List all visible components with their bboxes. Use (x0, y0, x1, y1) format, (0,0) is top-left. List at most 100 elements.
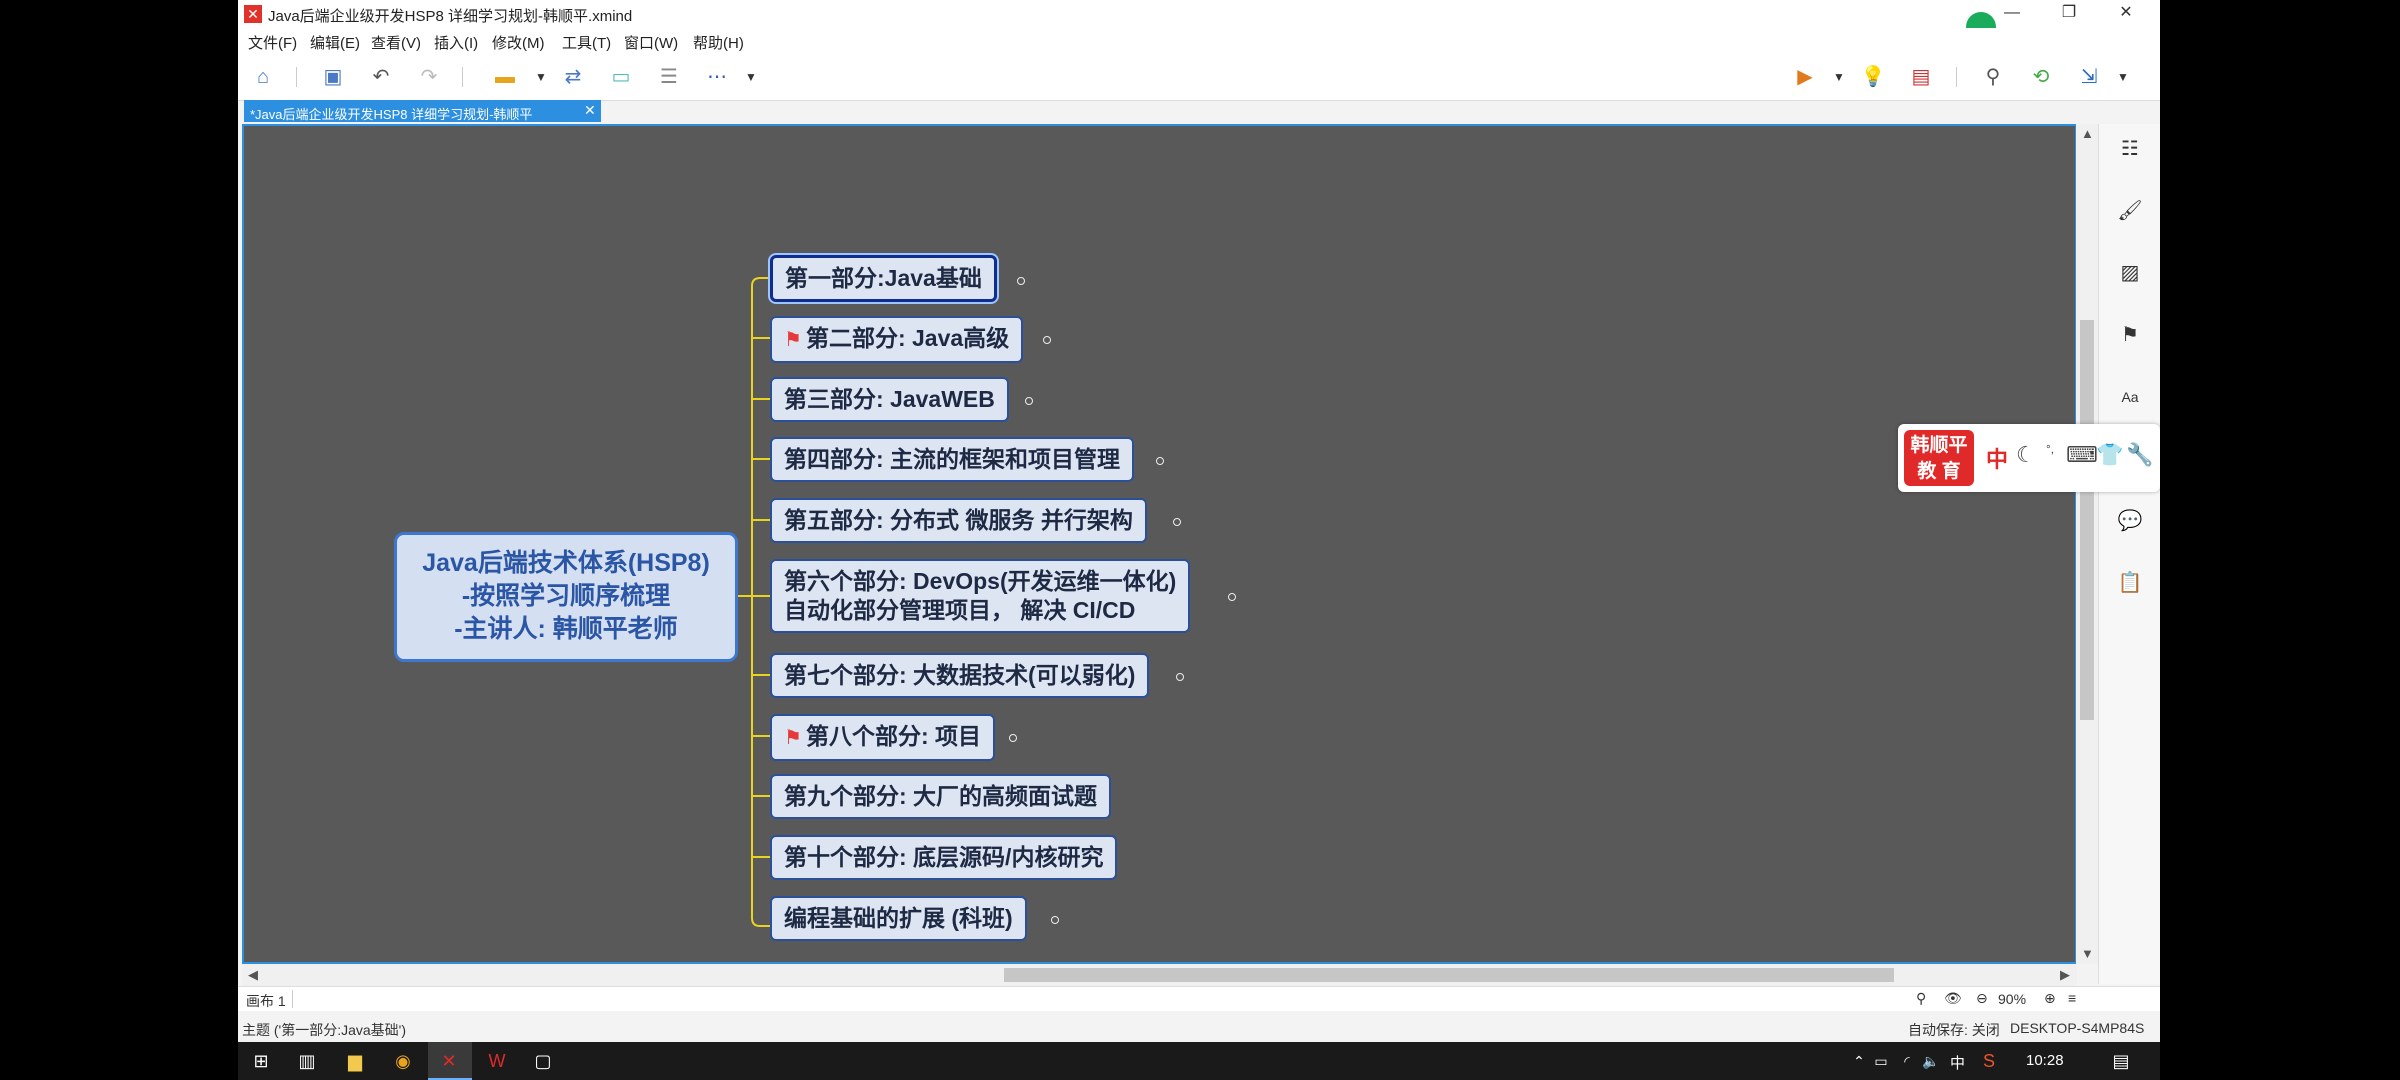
chrome-icon[interactable]: ◉ (390, 1049, 416, 1073)
relationship-icon[interactable]: ⇄ (560, 64, 586, 90)
lightbulb-icon[interactable]: 💡 (1860, 64, 1886, 90)
vertical-scrollbar[interactable]: ▲ ▼ (2076, 124, 2098, 964)
undo-icon[interactable]: ↶ (368, 64, 394, 90)
collapse-dot[interactable] (1176, 673, 1184, 681)
horizontal-scroll-thumb[interactable] (1004, 968, 1894, 982)
autosave-status[interactable]: 自动保存: 关闭 (1908, 1020, 2000, 1040)
collapse-dot[interactable] (1025, 397, 1033, 405)
topic-part-2[interactable]: ⚑ 第二部分: Java高级 (770, 316, 1024, 363)
maximize-button[interactable]: ❐ (2041, 0, 2097, 28)
collapse-dot[interactable] (1228, 593, 1236, 601)
network-icon[interactable]: ◜ (1894, 1049, 1920, 1073)
punctuation-icon[interactable]: °, (2046, 442, 2054, 456)
zoom-in-icon[interactable]: ⊕ (2044, 990, 2056, 1007)
menu-insert[interactable]: 插入(I) (434, 32, 478, 53)
horizontal-scrollbar[interactable]: ◀ ▶ (242, 964, 2077, 986)
collapse-dot[interactable] (1043, 336, 1051, 344)
redo-icon[interactable]: ↷ (416, 64, 442, 90)
menu-view[interactable]: 查看(V) (371, 32, 421, 53)
boundary-icon[interactable]: ▭ (608, 64, 634, 90)
zoom-level[interactable]: 90% (1998, 991, 2026, 1007)
topic-part-4[interactable]: 第四部分: 主流的框架和项目管理 (770, 437, 1135, 482)
share-icon[interactable]: ⟲ (2028, 64, 2054, 90)
skin-icon[interactable]: 👕 (2096, 442, 2123, 468)
central-title-line2: -按照学习顺序梳理 (461, 582, 671, 610)
scroll-down-icon[interactable]: ▼ (2081, 946, 2094, 961)
collapse-dot[interactable] (1051, 916, 1059, 924)
clipboard-icon[interactable]: 📋 (2117, 570, 2143, 596)
save-icon[interactable]: ▣ (320, 64, 346, 90)
keyboard-icon[interactable]: ⌨ (2066, 442, 2098, 468)
collapse-dot[interactable] (1017, 277, 1025, 285)
menu-tools[interactable]: 工具(T) (562, 32, 611, 53)
wrench-icon[interactable]: 🔧 (2126, 442, 2153, 468)
sogou-ime-icon[interactable]: S (1976, 1049, 2002, 1073)
gantt-icon[interactable]: ▤ (1908, 64, 1934, 90)
mindmap-canvas[interactable]: Java后端技术体系(HSP8) -按照学习顺序梳理 -主讲人: 韩顺平老师 第… (242, 124, 2077, 964)
ime-logo-line2: 教 育 (1917, 461, 1961, 482)
chevron-down-icon[interactable]: ▼ (528, 64, 554, 90)
vertical-scroll-thumb[interactable] (2080, 320, 2094, 720)
scroll-up-icon[interactable]: ▲ (2081, 126, 2094, 141)
topic-part-5[interactable]: 第五部分: 分布式 微服务 并行架构 (770, 498, 1147, 543)
zoom-out-icon[interactable]: ⊖ (1976, 990, 1988, 1007)
filter-icon[interactable]: ⚲ (1916, 990, 1926, 1007)
tab-document[interactable]: *Java后端企业级开发HSP8 详细学习规划-韩顺平 ✕ (244, 100, 601, 122)
topic-part-10[interactable]: 第十个部分: 底层源码/内核研究 (770, 835, 1118, 880)
task-view-icon[interactable]: ▥ (294, 1049, 320, 1073)
export-icon[interactable]: ⇲ (2076, 64, 2102, 90)
collapse-dot[interactable] (1009, 734, 1017, 742)
topic-part-1[interactable]: 第一部分:Java基础 (770, 255, 997, 302)
scroll-right-icon[interactable]: ▶ (2060, 967, 2070, 983)
topic-part-6[interactable]: 第六个部分: DevOps(开发运维一体化) 自动化部分管理项目， 解决 CI/… (770, 559, 1191, 633)
search-icon[interactable]: ⚲ (1980, 64, 2006, 90)
home-icon[interactable]: ⌂ (250, 64, 276, 90)
clock-time[interactable]: 10:28 (2026, 1052, 2064, 1069)
menu-edit[interactable]: 编辑(E) (310, 32, 360, 53)
marker-flag-icon[interactable]: ⚑ (2117, 322, 2143, 348)
scroll-left-icon[interactable]: ◀ (248, 967, 258, 983)
comment-icon[interactable]: 💬 (2117, 508, 2143, 534)
sheet-tab[interactable]: 画布 1 (246, 991, 286, 1011)
volume-icon[interactable]: 🔈 (1918, 1049, 1944, 1073)
topic-part-9[interactable]: 第九个部分: 大厂的高频面试题 (770, 774, 1112, 819)
close-button[interactable]: ✕ (2098, 0, 2154, 28)
topic-part-3[interactable]: 第三部分: JavaWEB (770, 377, 1009, 422)
wps-icon[interactable]: W (484, 1049, 510, 1073)
image-icon[interactable]: ▨ (2117, 260, 2143, 286)
menu-modify[interactable]: 修改(M) (492, 32, 545, 53)
ime-mode[interactable]: 中 (1986, 442, 2008, 474)
file-explorer-icon[interactable]: ▆ (342, 1049, 368, 1073)
topic-label: 第四部分: 主流的框架和项目管理 (784, 446, 1121, 472)
menu-file[interactable]: 文件(F) (248, 32, 297, 53)
topic-part-8[interactable]: ⚑ 第八个部分: 项目 (770, 714, 995, 761)
tab-close-icon[interactable]: ✕ (584, 102, 596, 119)
summary-icon[interactable]: ☰ (656, 64, 682, 90)
collapse-dot[interactable] (1156, 457, 1164, 465)
chevron-down-icon[interactable]: ▼ (738, 64, 764, 90)
xmind-taskbar-icon[interactable]: ✕ (436, 1049, 462, 1073)
presentation-icon[interactable]: ▶ (1792, 64, 1818, 90)
ime-toolbar[interactable]: 韩顺平 教 育 中 ☾ °, ⌨ 👕 🔧 (1898, 424, 2160, 492)
central-topic[interactable]: Java后端技术体系(HSP8) -按照学习顺序梳理 -主讲人: 韩顺平老师 (394, 532, 738, 662)
chevron-down-icon[interactable]: ▼ (1826, 64, 1852, 90)
menu-window[interactable]: 窗口(W) (624, 32, 678, 53)
topic-label: 第一部分:Java基础 (785, 265, 982, 291)
topic-extension[interactable]: 编程基础的扩展 (科班) (770, 896, 1027, 941)
notification-icon[interactable]: ▤ (2108, 1049, 2134, 1073)
more-icon[interactable]: ⋯ (704, 64, 730, 90)
menu-icon[interactable]: ≡ (2068, 990, 2076, 1006)
insert-topic-icon[interactable]: ▬ (492, 64, 518, 90)
collapse-dot[interactable] (1173, 518, 1181, 526)
app-icon[interactable]: ▢ (530, 1049, 556, 1073)
outline-icon[interactable]: ☷ (2117, 136, 2143, 162)
format-brush-icon[interactable]: 🖌 (2117, 198, 2143, 224)
moon-icon[interactable]: ☾ (2016, 442, 2036, 468)
eye-icon[interactable]: 👁 (1944, 990, 1962, 1007)
chevron-down-icon[interactable]: ▼ (2110, 64, 2136, 90)
topic-part-7[interactable]: 第七个部分: 大数据技术(可以弱化) (770, 653, 1150, 698)
menu-help[interactable]: 帮助(H) (693, 32, 744, 53)
font-icon[interactable]: Aa (2117, 384, 2143, 410)
windows-start-icon[interactable]: ⊞ (248, 1049, 274, 1073)
tray-ime-indicator[interactable]: 中 (1950, 1052, 1965, 1073)
